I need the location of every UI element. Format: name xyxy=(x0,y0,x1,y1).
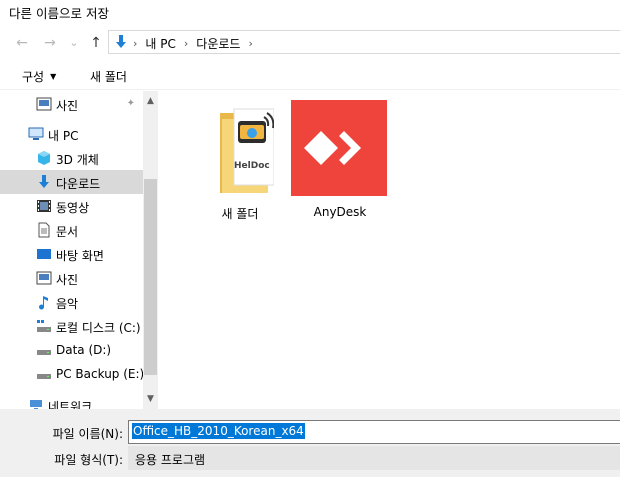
filetype-label: 파일 형식(T): xyxy=(54,453,123,467)
folder-badge: HelDoc xyxy=(234,161,270,171)
videos-icon xyxy=(37,200,51,212)
nav-label: 사진 xyxy=(56,273,79,287)
command-bar: 구성 ▼ 새 폴더 xyxy=(0,62,620,90)
navigation-scrollbar[interactable]: ▲ ▼ xyxy=(143,91,158,409)
music-icon xyxy=(39,296,48,310)
nav-label: 다운로드 xyxy=(56,177,101,191)
nav-label: 로컬 디스크 (C:) xyxy=(56,321,141,335)
filetype-value: 응용 프로그램 xyxy=(135,453,206,467)
file-label: 새 폴더 xyxy=(221,207,259,221)
downloads-icon xyxy=(39,175,49,188)
breadcrumb-downloads[interactable]: 다운로드 xyxy=(196,35,240,52)
pictures-icon xyxy=(36,97,52,111)
breadcrumb-separator: › xyxy=(248,37,253,50)
breadcrumb: › 내 PC › 다운로드 › xyxy=(133,35,253,52)
drive-icon xyxy=(37,350,51,355)
network-icon xyxy=(30,400,42,409)
3d-objects-icon xyxy=(38,151,50,165)
nav-item-videos[interactable]: 동영상 xyxy=(0,194,143,218)
documents-icon xyxy=(38,222,50,238)
scroll-up-button[interactable]: ▲ xyxy=(143,93,158,109)
breadcrumb-separator: › xyxy=(133,37,138,50)
pictures-icon xyxy=(36,271,52,285)
anydesk-icon xyxy=(291,100,387,196)
nav-item-pictures[interactable]: 사진 xyxy=(0,266,143,290)
nav-label: 내 PC xyxy=(48,129,79,143)
this-pc-icon xyxy=(28,127,44,140)
downloads-icon xyxy=(116,35,126,48)
filename-value: Office_HB_2010_Korean_x64 xyxy=(132,423,305,439)
scroll-thumb[interactable] xyxy=(144,179,157,375)
nav-label: Data (D:) xyxy=(56,343,112,357)
nav-item-local-disk-c[interactable]: 로컬 디스크 (C:) xyxy=(0,314,143,338)
nav-item-pc-backup-e[interactable]: PC Backup (E:) xyxy=(0,362,143,386)
nav-item-network[interactable]: 네트워크 xyxy=(0,393,143,409)
nav-item-3d-objects[interactable]: 3D 개체 xyxy=(0,146,143,170)
chevron-down-icon: ▼ xyxy=(50,72,57,81)
nav-item-downloads[interactable]: 다운로드 xyxy=(0,170,143,194)
up-button[interactable]: ↑ xyxy=(86,33,106,53)
file-item-new-folder[interactable]: HelDoc 새 폴더 xyxy=(190,99,290,223)
drive-icon xyxy=(37,374,51,379)
nav-item-desktop[interactable]: 바탕 화면 xyxy=(0,242,143,266)
new-folder-button[interactable]: 새 폴더 xyxy=(90,68,127,85)
nav-label: 문서 xyxy=(56,225,79,239)
breadcrumb-this-pc[interactable]: 내 PC xyxy=(145,35,175,52)
organize-label: 구성 xyxy=(22,70,45,84)
nav-item-this-pc[interactable]: 내 PC xyxy=(0,122,143,146)
folder-icon xyxy=(220,108,274,193)
filetype-select[interactable]: 응용 프로그램 xyxy=(128,446,620,470)
organize-button[interactable]: 구성 ▼ xyxy=(22,68,56,85)
desktop-icon xyxy=(37,249,51,259)
filename-label: 파일 이름(N): xyxy=(52,427,123,441)
filename-input[interactable]: Office_HB_2010_Korean_x64 xyxy=(128,420,620,444)
file-label: AnyDesk xyxy=(313,205,367,219)
pin-icon: ✦ xyxy=(126,98,135,109)
breadcrumb-separator: › xyxy=(183,37,189,50)
filename-row: 파일 이름(N): Office_HB_2010_Korean_x64 xyxy=(0,420,620,444)
nav-item-documents[interactable]: 문서 xyxy=(0,218,143,242)
nav-label: 동영상 xyxy=(56,201,90,215)
file-item-anydesk[interactable]: AnyDesk xyxy=(290,99,390,223)
nav-label: 3D 개체 xyxy=(56,153,99,167)
filetype-row: 파일 형식(T): 응용 프로그램 xyxy=(0,446,620,470)
file-list: HelDoc 새 폴더 AnyDesk xyxy=(158,91,620,409)
window-title: 다른 이름으로 저장 xyxy=(9,6,109,21)
nav-item-pictures-quick[interactable]: 사진 ✦ xyxy=(0,92,143,116)
navigation-pane: 사진 ✦ 내 PC 3D 개체 다운로드 동영상 문서 바탕 화면 사진 음악 … xyxy=(0,91,143,409)
forward-button[interactable]: → xyxy=(40,33,60,53)
title-bar: 다른 이름으로 저장 xyxy=(0,0,620,24)
back-button[interactable]: ← xyxy=(12,33,32,53)
nav-item-data-d[interactable]: Data (D:) xyxy=(0,338,143,362)
save-fields: 파일 이름(N): Office_HB_2010_Korean_x64 파일 형… xyxy=(0,409,620,477)
address-bar[interactable]: › 내 PC › 다운로드 › xyxy=(108,30,620,54)
nav-label: 바탕 화면 xyxy=(56,249,104,263)
nav-label: 네트워크 xyxy=(48,400,93,409)
scroll-down-button[interactable]: ▼ xyxy=(143,391,158,407)
nav-item-music[interactable]: 음악 xyxy=(0,290,143,314)
local-disk-icon xyxy=(37,320,51,332)
nav-label: 음악 xyxy=(56,297,79,311)
nav-label: 사진 xyxy=(56,99,79,113)
address-row: ← → ⌄ ↑ › 내 PC › 다운로드 › xyxy=(0,30,620,56)
recent-locations-button[interactable]: ⌄ xyxy=(64,33,84,53)
nav-label: PC Backup (E:) xyxy=(56,367,143,381)
